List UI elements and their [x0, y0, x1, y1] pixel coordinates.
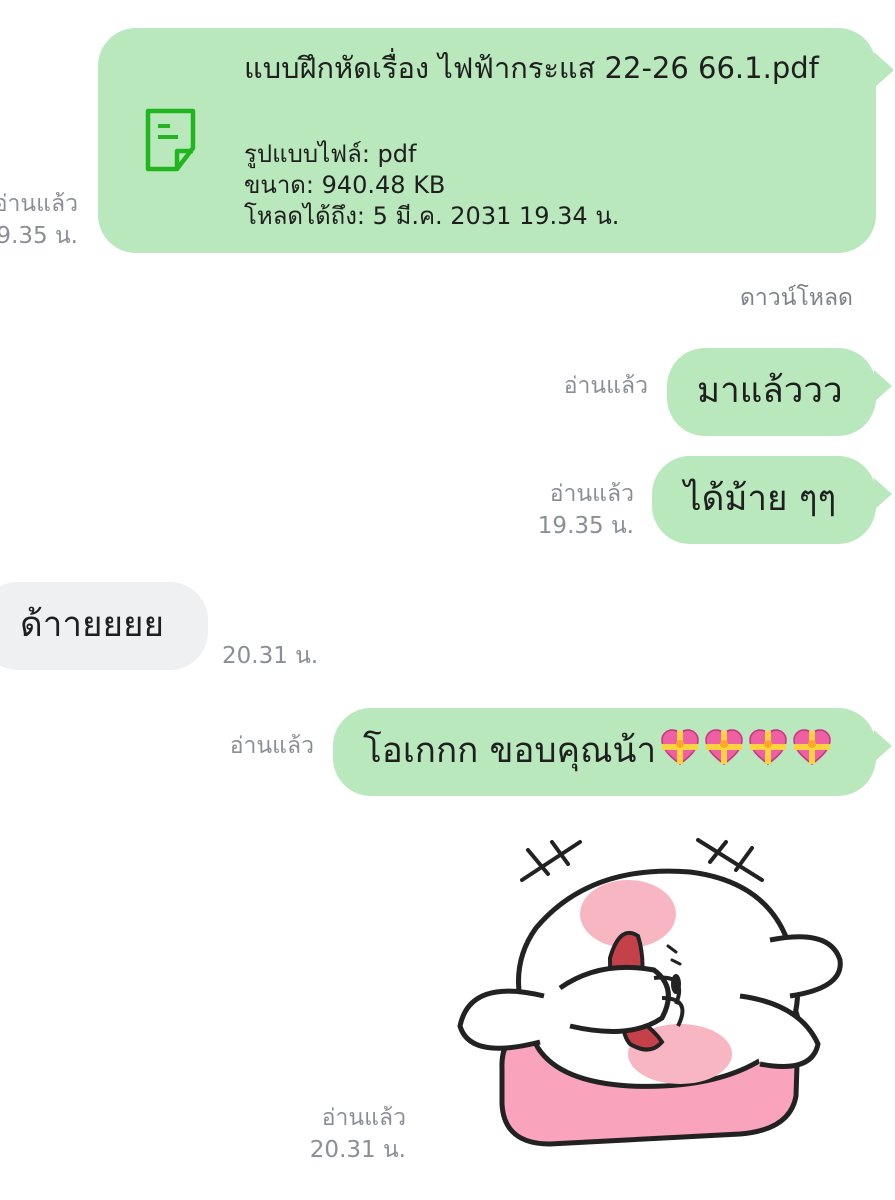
message-text: มาแล้ววว — [697, 371, 843, 411]
timestamp: 20.31 น. — [222, 643, 319, 669]
bubble-tail — [874, 52, 894, 88]
read-status: อ่านแล้ว — [0, 191, 78, 217]
heart-with-ribbon-icon — [793, 729, 831, 765]
heart-with-ribbon-icon — [749, 729, 787, 765]
document-icon — [144, 108, 198, 176]
read-status: อ่านแล้ว — [321, 1105, 406, 1131]
file-expiry: โหลดได้ถึง: 5 มี.ค. 2031 19.34 น. — [244, 202, 620, 230]
heart-with-ribbon-icon — [661, 729, 699, 765]
sent-message-bubble[interactable]: โอเกกก ขอบคุณน้า — [333, 708, 876, 796]
file-type: รูปแบบไฟล์: pdf — [244, 140, 417, 168]
timestamp: 20.31 น. — [309, 1137, 406, 1163]
message-text: โอเกกก ขอบคุณน้า — [363, 731, 657, 771]
file-message-bubble[interactable]: แบบฝึกหัดเรื่อง ไฟฟ้ากระแส 22-26 66.1.pd… — [98, 28, 876, 253]
timestamp: 19.35 น. — [0, 223, 78, 249]
read-status: อ่านแล้ว — [549, 481, 634, 507]
message-status: อ่านแล้ว 19.35 น. — [500, 478, 634, 542]
sent-message-bubble[interactable]: ได้ม้าย ๆๆ — [652, 456, 876, 544]
read-status: อ่านแล้ว — [229, 733, 314, 759]
message-text: ได้ม้าย ๆๆ — [684, 479, 837, 519]
message-text: ด้าายยยย — [20, 605, 165, 645]
bubble-tail — [874, 370, 892, 402]
message-status: อ่านแล้ว 20.31 น. — [280, 1102, 406, 1166]
message-text-row: โอเกกก ขอบคุณน้า — [363, 729, 832, 773]
bunny-covering-face-sticker[interactable] — [440, 828, 860, 1148]
download-link[interactable]: ดาวน์โหลด — [740, 280, 853, 316]
heart-with-ribbon-icon — [705, 729, 743, 765]
file-message-status: อ่านแล้ว 19.35 น. — [0, 188, 78, 252]
received-message-bubble[interactable]: ด้าายยยย — [0, 582, 208, 670]
sent-message-bubble[interactable]: มาแล้ววว — [667, 348, 876, 436]
file-size: ขนาด: 940.48 KB — [244, 171, 446, 199]
bubble-tail — [874, 730, 892, 762]
file-name: แบบฝึกหัดเรื่อง ไฟฟ้ากระแส 22-26 66.1.pd… — [244, 51, 819, 85]
read-status: อ่านแล้ว — [563, 373, 648, 399]
timestamp: 19.35 น. — [537, 513, 634, 539]
bubble-tail — [874, 478, 892, 510]
